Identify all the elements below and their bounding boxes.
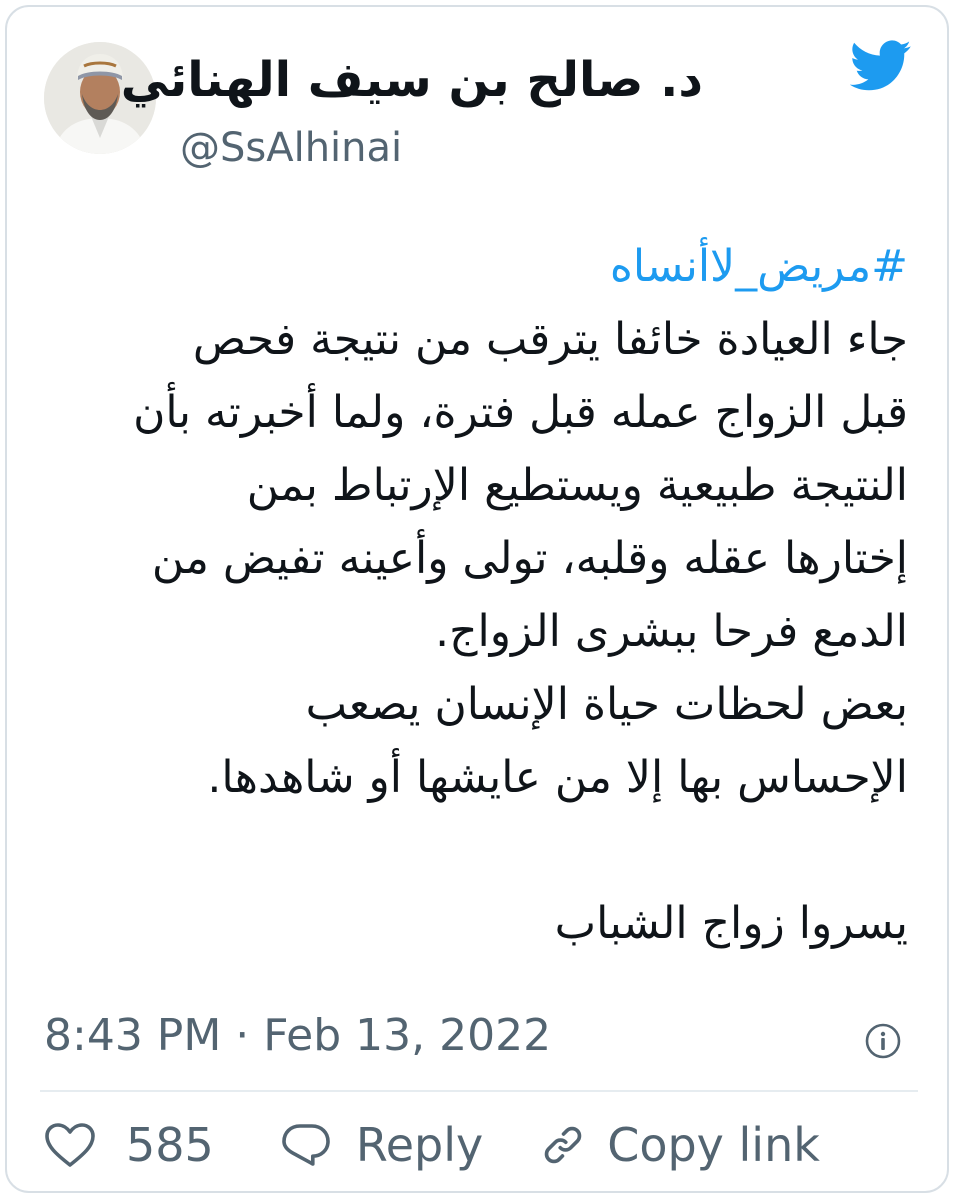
twitter-bird-icon[interactable] bbox=[849, 40, 912, 92]
tweet-line: إختارها عقله وقلبه، تولى وأعينه تفيض من bbox=[151, 533, 908, 584]
divider bbox=[40, 1090, 918, 1092]
like-button[interactable]: 585 bbox=[44, 1118, 214, 1172]
reply-icon bbox=[282, 1124, 330, 1166]
tweet-line: بعض لحظات حياة الإنسان يصعب bbox=[305, 679, 908, 730]
tweet-line: قبل الزواج عمله قبل فترة، ولما أخبرته بأ… bbox=[133, 387, 908, 438]
author-display-name[interactable]: د. صالح بن سيف الهنائي bbox=[121, 56, 703, 104]
tweet-line: الإحساس بها إلا من عايشها أو شاهدها. bbox=[207, 752, 908, 803]
tweet-actions: 585 Reply Copy link bbox=[44, 1115, 820, 1175]
copy-link-button[interactable]: Copy link bbox=[541, 1118, 820, 1172]
heart-icon bbox=[45, 1123, 95, 1167]
likes-count: 585 bbox=[126, 1118, 214, 1172]
info-icon[interactable] bbox=[864, 1022, 902, 1060]
copy-link-label: Copy link bbox=[607, 1118, 820, 1172]
reply-button[interactable]: Reply bbox=[280, 1118, 483, 1172]
tweet-line: جاء العيادة خائفا يترقب من نتيجة فحص bbox=[192, 314, 908, 365]
reply-label: Reply bbox=[355, 1118, 484, 1172]
link-icon bbox=[544, 1126, 582, 1164]
tweet-timestamp[interactable]: 8:43 PM · Feb 13, 2022 bbox=[44, 1014, 551, 1058]
author-handle[interactable]: @SsAlhinai bbox=[180, 128, 402, 168]
hashtag-link[interactable]: #مريض_لاأنساه bbox=[68, 230, 908, 303]
tweet-line: النتيجة طبيعية ويستطيع الإرتباط بمن bbox=[246, 460, 908, 511]
tweet-text: #مريض_لاأنساه جاء العيادة خائفا يترقب من… bbox=[68, 230, 908, 960]
tweet-line: الدمع فرحا ببشرى الزواج. bbox=[435, 606, 908, 657]
tweet-closing-line: يسروا زواج الشباب bbox=[554, 898, 908, 949]
